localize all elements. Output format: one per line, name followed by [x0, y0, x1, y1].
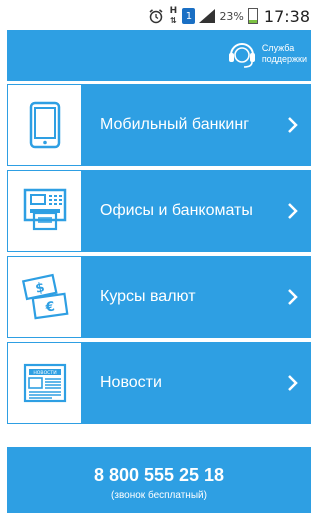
battery-percent: 23%	[219, 9, 244, 23]
sim-icon: 1	[182, 8, 196, 24]
menu-item-label: Офисы и банкоматы	[100, 202, 253, 219]
currency-icon: $ €	[21, 273, 68, 320]
newspaper-heading: НОВОСТИ	[33, 370, 56, 376]
status-bar: H ⇅ 1 23% 17:38	[0, 0, 318, 30]
menu-item-news[interactable]: НОВОСТИ Новости	[7, 342, 311, 424]
menu-item-mobile-banking[interactable]: Мобильный банкинг	[7, 84, 311, 166]
hotline-banner[interactable]: 8 800 555 25 18 (звонок бесплатный)	[7, 447, 311, 513]
headset-icon	[228, 43, 255, 68]
menu-item-exchange-rates[interactable]: $ € Курсы валют	[7, 256, 311, 338]
menu-item-icon-box	[7, 170, 82, 252]
newspaper-icon: НОВОСТИ	[23, 363, 66, 403]
app-header: Служба поддержки	[7, 30, 311, 81]
phone-number[interactable]: 8 800 555 25 18	[7, 465, 311, 486]
status-time: 17:38	[263, 6, 310, 26]
phone-note: (звонок бесплатный)	[111, 490, 207, 501]
chevron-right-icon	[275, 342, 311, 424]
svg-text:€: €	[43, 299, 55, 315]
menu-item-label: Мобильный банкинг	[100, 116, 250, 133]
tablet-icon	[29, 101, 60, 149]
menu-item-icon-box: НОВОСТИ	[7, 342, 82, 424]
chevron-right-icon	[275, 84, 311, 166]
chevron-right-icon	[275, 170, 311, 252]
support-button[interactable]: Служба поддержки	[226, 38, 307, 70]
menu-item-label: Курсы валют	[100, 288, 196, 305]
menu-item-offices-atms[interactable]: Офисы и банкоматы	[7, 170, 311, 252]
menu-item-icon-box: $ €	[7, 256, 82, 338]
signal-icon	[199, 9, 216, 23]
atm-icon	[23, 188, 66, 231]
alarm-icon	[149, 9, 163, 24]
chevron-right-icon	[275, 256, 311, 338]
support-label: Служба поддержки	[261, 43, 307, 64]
network-type-icon: H ⇅	[169, 6, 178, 26]
status-icons: H ⇅ 1 23% 17:38	[148, 5, 310, 27]
menu-item-icon-box	[7, 84, 82, 166]
menu-item-label: Новости	[100, 374, 162, 391]
battery-icon	[247, 8, 258, 24]
